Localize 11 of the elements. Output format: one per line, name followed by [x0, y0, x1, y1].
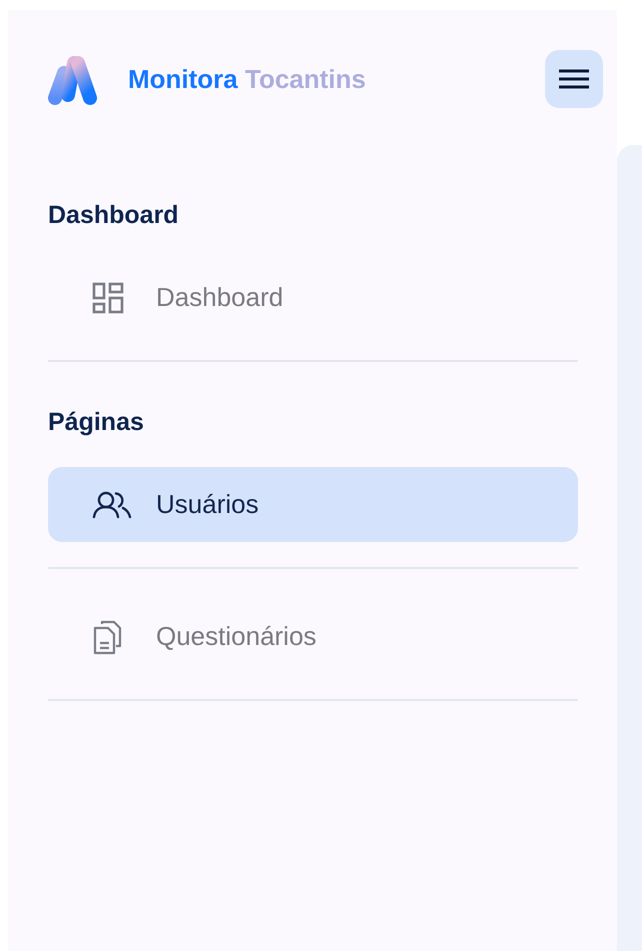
brand-name: Monitora Tocantins	[128, 64, 366, 94]
nav-item[interactable]: Usuários	[48, 467, 578, 542]
section-heading: Dashboard	[48, 200, 180, 230]
nav-item[interactable]: Dashboard	[48, 260, 578, 335]
documents-icon	[92, 618, 122, 654]
users-icon	[92, 490, 134, 518]
menu-button[interactable]	[545, 50, 603, 108]
dashboard-grid-icon	[92, 282, 124, 314]
nav-item[interactable]: Questionários	[48, 599, 578, 674]
section-heading: Páginas	[48, 407, 145, 437]
menu-icon	[559, 69, 589, 89]
